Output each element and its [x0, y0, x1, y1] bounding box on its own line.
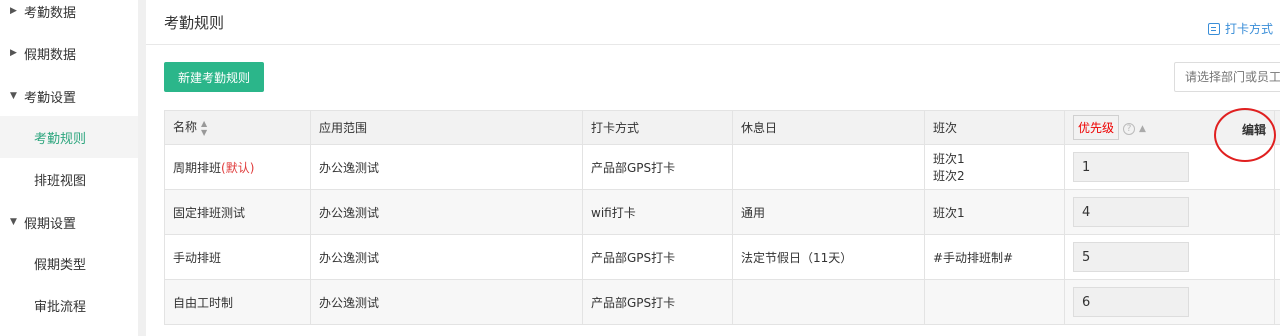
- cell-scope: 办公逸测试: [310, 189, 583, 235]
- cell-clock: 产品部GPS打卡: [582, 144, 733, 190]
- cell-shift: [924, 279, 1065, 325]
- clock-method-link[interactable]: 打卡方式: [1208, 20, 1273, 37]
- cell-clipped: [1274, 279, 1280, 325]
- cell-clock: 产品部GPS打卡: [582, 234, 733, 280]
- cell-priority: [1064, 279, 1275, 325]
- rule-name: 固定排班测试: [173, 205, 246, 220]
- cell-shift: 班次1: [924, 189, 1065, 235]
- sidebar-item-leave-type[interactable]: 假期类型: [0, 242, 138, 284]
- cell-clipped: [1274, 144, 1280, 190]
- sidebar-group-label: 考勤设置: [24, 90, 77, 106]
- cell-rest: 法定节假日（11天）: [732, 234, 925, 280]
- sidebar-group-leave-settings[interactable]: ▼ 假期设置: [0, 201, 138, 243]
- cell-rest: [732, 279, 925, 325]
- table-header-row: 名称 ▲ ▼ 应用范围 打卡方式 休息日 班次 优先级? ▲ 编辑: [164, 110, 1280, 145]
- annotation-highlight-circle: [1214, 108, 1276, 162]
- priority-input[interactable]: [1073, 152, 1189, 182]
- caret-right-icon: ▶: [10, 6, 17, 16]
- table-row[interactable]: 固定排班测试 办公逸测试 wifi打卡 通用 班次1: [164, 189, 1280, 235]
- sidebar-item-label: 假期类型: [34, 257, 87, 273]
- rules-table: 名称 ▲ ▼ 应用范围 打卡方式 休息日 班次 优先级? ▲ 编辑 周期排班(默认) …: [164, 110, 1280, 325]
- sidebar-item-label: 排班视图: [34, 173, 87, 189]
- document-icon: [1208, 22, 1220, 35]
- rule-name: 自由工时制: [173, 295, 234, 310]
- sidebar-item-label: 考勤规则: [34, 131, 87, 147]
- sidebar-group-attendance-data[interactable]: ▶ 考勤数据: [0, 0, 138, 32]
- shift-name: 班次1: [933, 205, 965, 220]
- priority-header-label: 优先级: [1073, 115, 1120, 140]
- column-header-rest: 休息日: [732, 110, 925, 145]
- sidebar-divider: [138, 0, 146, 336]
- header-divider: [146, 44, 1280, 45]
- column-header-label: 名称: [173, 120, 198, 135]
- cell-scope: 办公逸测试: [310, 234, 583, 280]
- cell-rest: 通用: [732, 189, 925, 235]
- sidebar-item-schedule-view[interactable]: 排班视图: [0, 158, 138, 200]
- column-header-shift: 班次: [924, 110, 1065, 145]
- table-row[interactable]: 周期排班(默认) 办公逸测试 产品部GPS打卡 班次1 班次2: [164, 144, 1280, 190]
- cell-priority: [1064, 189, 1275, 235]
- cell-shift: 班次1 班次2: [924, 144, 1065, 190]
- cell-shift: #手动排班制#: [924, 234, 1065, 280]
- sidebar-item-approval-flow[interactable]: 审批流程: [0, 284, 138, 326]
- default-tag: (默认): [221, 160, 255, 175]
- cell-rest: [732, 144, 925, 190]
- caret-down-icon: ▼: [10, 217, 17, 227]
- new-rule-button[interactable]: 新建考勤规则: [164, 62, 264, 92]
- cell-name: 固定排班测试: [164, 189, 311, 235]
- page-title: 考勤规则: [164, 14, 225, 32]
- sidebar-group-attendance-settings[interactable]: ▼ 考勤设置: [0, 75, 138, 117]
- column-header-scope: 应用范围: [310, 110, 583, 145]
- sort-up-icon[interactable]: ▲: [1139, 124, 1146, 134]
- cell-clipped: [1274, 189, 1280, 235]
- cell-scope: 办公逸测试: [310, 279, 583, 325]
- sidebar-group-label: 假期设置: [24, 216, 77, 232]
- sidebar-item-label: 审批流程: [34, 299, 87, 315]
- caret-down-icon: ▼: [10, 91, 17, 101]
- caret-right-icon: ▶: [10, 48, 17, 58]
- clock-method-label: 打卡方式: [1225, 22, 1274, 36]
- department-employee-search[interactable]: [1174, 62, 1280, 92]
- cell-scope: 办公逸测试: [310, 144, 583, 190]
- sidebar-group-label: 考勤数据: [24, 5, 77, 21]
- sidebar-group-label: 假期数据: [24, 47, 77, 63]
- main-content: 考勤规则 打卡方式 新建考勤规则 名称▲▼ 应用范围 打卡方式 休息日 班次 优…: [146, 0, 1280, 336]
- cell-priority: [1064, 234, 1275, 280]
- priority-input[interactable]: [1073, 287, 1189, 317]
- sort-icon[interactable]: ▲ ▼: [201, 119, 207, 137]
- sidebar: ▶ 考勤数据 ▶ 假期数据 ▼ 考勤设置 考勤规则 排班视图 ▼ 假期设置 假期…: [0, 0, 138, 336]
- priority-input[interactable]: [1073, 197, 1189, 227]
- shift-name: #手动排班制#: [933, 250, 1014, 265]
- cell-clock: 产品部GPS打卡: [582, 279, 733, 325]
- sidebar-group-leave-data[interactable]: ▶ 假期数据: [0, 32, 138, 74]
- table-row[interactable]: 自由工时制 办公逸测试 产品部GPS打卡: [164, 279, 1280, 325]
- sidebar-item-attendance-rules[interactable]: 考勤规则: [0, 116, 138, 158]
- rule-name: 手动排班: [173, 250, 222, 265]
- rule-name: 周期排班: [173, 160, 222, 175]
- shift-name: 班次1: [933, 152, 965, 166]
- cell-name: 自由工时制: [164, 279, 311, 325]
- table-row[interactable]: 手动排班 办公逸测试 产品部GPS打卡 法定节假日（11天） #手动排班制#: [164, 234, 1280, 280]
- column-header-clock: 打卡方式: [582, 110, 733, 145]
- column-header-name[interactable]: 名称 ▲ ▼: [164, 110, 311, 145]
- cell-clipped: [1274, 234, 1280, 280]
- shift-name: 班次2: [933, 169, 965, 183]
- cell-clock: wifi打卡: [582, 189, 733, 235]
- cell-name: 手动排班: [164, 234, 311, 280]
- help-icon[interactable]: ?: [1123, 122, 1136, 135]
- cell-name: 周期排班(默认): [164, 144, 311, 190]
- priority-input[interactable]: [1073, 242, 1189, 272]
